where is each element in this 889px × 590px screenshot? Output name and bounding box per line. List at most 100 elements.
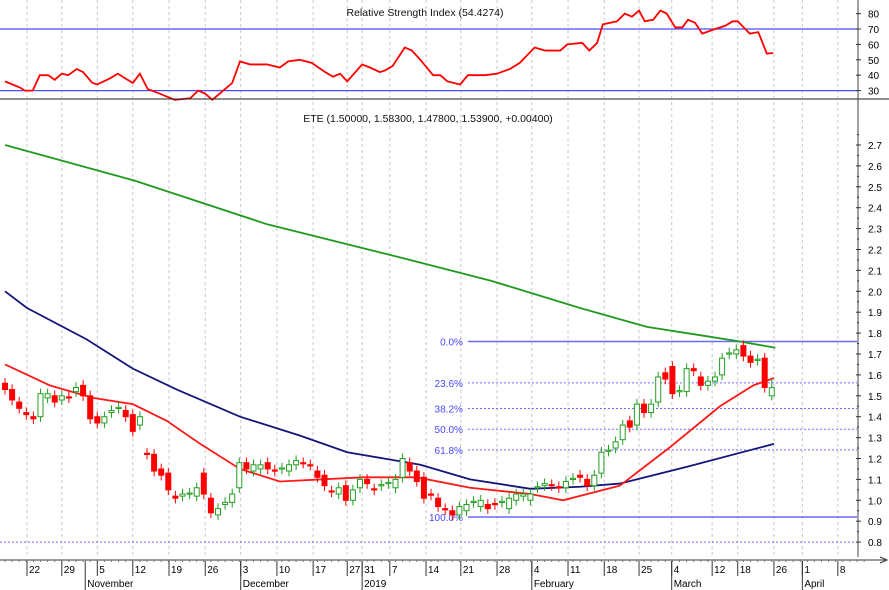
candle (598, 447, 605, 479)
fib-level-label: 0.0% (440, 337, 463, 348)
candle-body (491, 502, 498, 506)
candle (655, 371, 662, 408)
candle-body (435, 497, 442, 508)
candle (733, 344, 740, 360)
date-tick-label: 14 (428, 565, 440, 576)
month-label: April (804, 579, 824, 590)
price-tick-label: 1.8 (868, 329, 882, 340)
candle-body (264, 462, 271, 470)
candle (435, 492, 442, 512)
rsi-tick-label: 80 (868, 10, 880, 21)
date-tick-label: 8 (840, 565, 846, 576)
price-title: ETE (1.50000, 1.58300, 1.47800, 1.53900,… (303, 113, 553, 125)
candle (158, 463, 165, 481)
month-label: March (674, 579, 702, 590)
candle-body (250, 464, 257, 472)
candle-body (293, 460, 300, 466)
candle (321, 469, 328, 491)
candle-body (719, 357, 726, 376)
candle (484, 499, 491, 514)
candle (577, 469, 584, 483)
candle-body (165, 472, 172, 491)
date-tick-label: 4 (534, 565, 540, 576)
candle-body (584, 478, 591, 487)
candle (300, 457, 307, 469)
candle (349, 484, 356, 506)
candle-body (641, 403, 647, 414)
candle (364, 474, 371, 489)
candle (286, 459, 292, 477)
candle-body (307, 464, 314, 467)
price-tick-label: 1.7 (868, 350, 882, 361)
candle-body (2, 382, 8, 391)
date-tick-label: 12 (135, 565, 147, 576)
price-tick-label: 1.1 (868, 475, 882, 486)
price-tick-label: 0.8 (868, 538, 882, 549)
candle-body (80, 384, 87, 397)
candle-body (534, 486, 541, 489)
candle-body (747, 355, 754, 363)
candle-body (591, 474, 598, 487)
candle-body (740, 345, 747, 357)
candle-body (129, 414, 136, 432)
candle (527, 488, 534, 506)
candle-body (612, 441, 619, 449)
candle (704, 375, 711, 391)
date-tick-label: 31 (364, 565, 376, 576)
candle-body (548, 484, 555, 487)
candle-body (570, 477, 576, 481)
fib-level-label: 23.6% (435, 379, 463, 390)
rsi-tick-label: 60 (868, 40, 880, 51)
candle-body (513, 493, 520, 501)
candle-body (463, 503, 470, 512)
candle-body (236, 462, 243, 489)
candle (215, 503, 221, 521)
candle-body (158, 468, 165, 476)
candle (108, 405, 115, 418)
candle-body (151, 453, 158, 472)
candle (690, 363, 697, 376)
candle-body (108, 409, 115, 414)
candle (87, 390, 94, 425)
candle-body (122, 409, 129, 418)
candle (80, 380, 87, 402)
date-tick-label: 3 (243, 565, 249, 576)
fib-level-label: 38.2% (435, 405, 463, 416)
candle (406, 457, 413, 477)
candle (94, 411, 101, 429)
price-tick-label: 1.4 (868, 413, 882, 424)
candle-body (87, 395, 94, 420)
candle (740, 340, 747, 362)
candle (342, 480, 349, 506)
candle (136, 411, 143, 431)
candle (648, 398, 655, 418)
candle-body (648, 403, 655, 414)
candle-body (704, 380, 711, 386)
candle (470, 496, 477, 508)
price-tick-label: 1.6 (868, 371, 882, 382)
price-panel: ETE (1.50000, 1.58300, 1.47800, 1.53900,… (0, 113, 857, 543)
price-tick-label: 1.2 (868, 455, 882, 466)
candle-body (506, 497, 513, 510)
candle (719, 352, 726, 381)
candle-body (144, 452, 150, 455)
candle (548, 479, 555, 491)
rsi-panel: Relative Strength Index (54.4274) (0, 7, 857, 102)
candle (428, 488, 434, 501)
date-tick-label: 5 (99, 565, 105, 576)
candle-body (286, 464, 292, 472)
candle (179, 488, 186, 502)
candle-body (499, 500, 505, 504)
candle (570, 473, 576, 485)
candle (612, 436, 619, 454)
price-tick-label: 1.0 (868, 496, 882, 507)
candle (222, 497, 229, 510)
price-tick-label: 2.1 (868, 266, 882, 277)
candle-body (200, 472, 207, 495)
candle (335, 482, 342, 500)
candle-body (257, 464, 264, 470)
candle (65, 391, 72, 404)
candle (619, 419, 626, 445)
price-tick-label: 2.2 (868, 246, 882, 257)
candle-body (342, 485, 349, 501)
